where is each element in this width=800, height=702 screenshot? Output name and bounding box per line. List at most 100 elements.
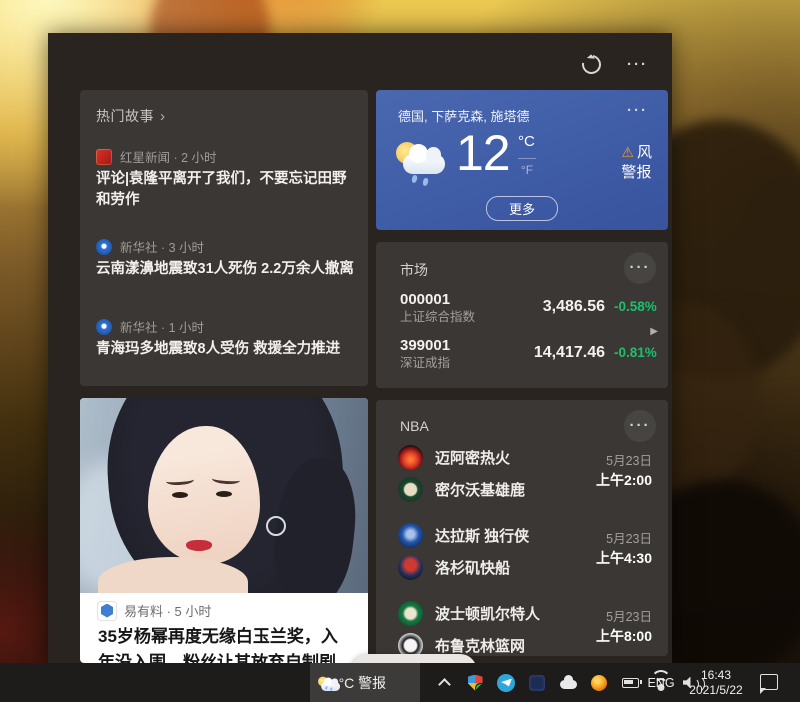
xinhua-news-icon (96, 239, 112, 255)
news-source: 新华社 · 3 小时 (96, 237, 204, 256)
yiyouliao-icon (98, 602, 116, 620)
wind-alert[interactable]: ⚠风 警报 (621, 142, 652, 183)
alert-text-line1: 风 (637, 144, 652, 161)
game-time: 5月23日 上午2:00 (596, 452, 652, 490)
game-hour: 上午4:30 (596, 549, 652, 568)
team-row[interactable]: 洛杉矶快船 (398, 554, 510, 580)
game-date: 5月23日 (596, 608, 652, 627)
market-title: 市场 (400, 260, 428, 280)
game-date: 5月23日 (596, 530, 652, 549)
tray-expand-button[interactable] (433, 663, 455, 702)
weather-more-button[interactable]: 更多 (486, 196, 558, 221)
index-value: 3,486.56 (480, 298, 605, 316)
market-more-button[interactable]: ··· (624, 252, 656, 284)
index-change: -0.81% (614, 345, 657, 360)
market-row[interactable]: 399001 深证成指 14,417.46 -0.81% (400, 336, 630, 378)
market-row[interactable]: 000001 上证综合指数 3,486.56 -0.58% (400, 290, 630, 332)
hot-stories-header[interactable]: 热门故事› (96, 106, 166, 126)
refresh-icon[interactable] (578, 51, 604, 77)
battery-icon (622, 678, 639, 688)
cloud-tray-icon[interactable] (557, 663, 579, 702)
taskbar: 12°C 警报 ENG 16:43 2021/5/22 (0, 663, 800, 702)
photo-story-source: 易有料 · 5 小时 (98, 601, 211, 620)
team-name: 波士顿凯尔特人 (435, 603, 540, 624)
news-source: 红星新闻 · 2 小时 (96, 147, 217, 166)
team-row[interactable]: 密尔沃基雄鹿 (398, 476, 525, 502)
dallas-mavericks-logo-icon (398, 523, 423, 548)
panel-more-icon[interactable]: ··· (627, 58, 648, 72)
chevron-right-icon: › (160, 108, 166, 125)
game-hour: 上午8:00 (596, 627, 652, 646)
hot-stories-card: 热门故事› 红星新闻 · 2 小时 评论|袁隆平离开了我们，不要忘记田野和劳作 … (80, 90, 368, 386)
index-change: -0.58% (614, 299, 657, 314)
team-name: 洛杉矶快船 (435, 557, 510, 578)
team-row[interactable]: 波士顿凯尔特人 (398, 600, 540, 626)
weather-temperature: 12 (456, 124, 510, 182)
taskbar-time: 16:43 (701, 668, 731, 683)
news-source: 新华社 · 1 小时 (96, 317, 204, 336)
shield-icon (468, 675, 483, 691)
game-time: 5月23日 上午8:00 (596, 608, 652, 646)
sun-rain-cloud-icon (396, 142, 450, 184)
flame-app-icon (591, 675, 607, 691)
weather-location: 德国, 下萨克森, 施塔德 (398, 106, 529, 125)
orange-app-tray-icon[interactable] (588, 663, 610, 702)
milwaukee-bucks-logo-icon (398, 477, 423, 502)
dark-blue-app-icon (529, 675, 545, 691)
market-next-arrow[interactable]: ▶ (650, 326, 658, 337)
chevron-up-icon (438, 678, 451, 691)
miami-heat-logo-icon (398, 445, 423, 470)
news-headline[interactable]: 云南漾濞地震致31人死伤 2.2万余人撤离 (96, 259, 354, 280)
team-row[interactable]: 迈阿密热火 (398, 444, 510, 470)
telegram-icon (497, 674, 515, 692)
screen: ··· 热门故事› 红星新闻 · 2 小时 评论|袁隆平离开了我们，不要忘记田野… (0, 0, 800, 702)
fahrenheit-unit[interactable]: °F (518, 158, 536, 176)
team-name: 布鲁克林篮网 (435, 635, 525, 656)
news-source-meta: 新华社 · 3 小时 (120, 237, 204, 256)
taskbar-date: 2021/5/22 (689, 683, 742, 698)
power-tray-icon[interactable] (619, 663, 641, 702)
game-date: 5月23日 (596, 452, 652, 471)
team-row[interactable]: 布鲁克林篮网 (398, 632, 525, 656)
news-source-meta: 新华社 · 1 小时 (120, 317, 204, 336)
clock-widget[interactable]: 16:43 2021/5/22 (680, 663, 752, 702)
team-name: 达拉斯 独行侠 (435, 525, 529, 546)
telegram-tray-icon[interactable] (495, 663, 517, 702)
news-source-meta: 红星新闻 · 2 小时 (120, 147, 217, 166)
weather-more-icon[interactable]: ··· (623, 100, 652, 122)
cloud-icon (560, 680, 577, 689)
news-headline[interactable]: 评论|袁隆平离开了我们，不要忘记田野和劳作 (96, 169, 354, 211)
nba-title: NBA (400, 418, 429, 434)
more-dots-icon: ··· (630, 261, 651, 275)
more-dots-icon: ··· (630, 419, 651, 433)
story-photo (80, 398, 368, 593)
team-name: 密尔沃基雄鹿 (435, 479, 525, 500)
app-tray-icon[interactable] (526, 663, 548, 702)
boston-celtics-logo-icon (398, 601, 423, 626)
alert-text-line2: 警报 (621, 164, 651, 181)
xinhua-news-icon (96, 319, 112, 335)
la-clippers-logo-icon (398, 555, 423, 580)
nba-card[interactable]: NBA ··· 迈阿密热火 密尔沃基雄鹿 5月23日 上午2:00 达拉斯 独行… (376, 400, 668, 656)
taskbar-weather-widget[interactable]: 12°C 警报 (310, 663, 420, 702)
game-time: 5月23日 上午4:30 (596, 530, 652, 568)
check-badge-icon (475, 683, 486, 694)
market-card[interactable]: 市场 ··· 000001 上证综合指数 3,486.56 -0.58% 399… (376, 242, 668, 388)
photo-story-card[interactable]: 易有料 · 5 小时 35岁杨幂再度无缘白玉兰奖，入 年没入围，粉丝让其放弃自制… (80, 398, 368, 663)
index-value: 14,417.46 (480, 344, 605, 362)
language-indicator[interactable]: ENG (644, 663, 678, 702)
nba-more-button[interactable]: ··· (624, 410, 656, 442)
news-interests-panel: ··· 热门故事› 红星新闻 · 2 小时 评论|袁隆平离开了我们，不要忘记田野… (48, 33, 672, 663)
team-row[interactable]: 达拉斯 独行侠 (398, 522, 529, 548)
team-name: 迈阿密热火 (435, 447, 510, 468)
celsius-unit[interactable]: °C (518, 134, 536, 149)
taskbar-weather-icon (318, 676, 329, 690)
hongxing-news-icon (96, 149, 112, 165)
action-center-icon[interactable] (760, 674, 778, 690)
game-hour: 上午2:00 (596, 471, 652, 490)
weather-card[interactable]: 德国, 下萨克森, 施塔德 ··· 12 °C °F ⚠风 警报 更多 (376, 90, 668, 230)
news-headline[interactable]: 青海玛多地震致8人受伤 救援全力推进 (96, 339, 354, 360)
defender-tray-icon[interactable] (464, 663, 486, 702)
brooklyn-nets-logo-icon (398, 633, 423, 657)
photo-story-headline[interactable]: 35岁杨幂再度无缘白玉兰奖，入 年没入围，粉丝让其放弃自制剧 (98, 624, 352, 663)
